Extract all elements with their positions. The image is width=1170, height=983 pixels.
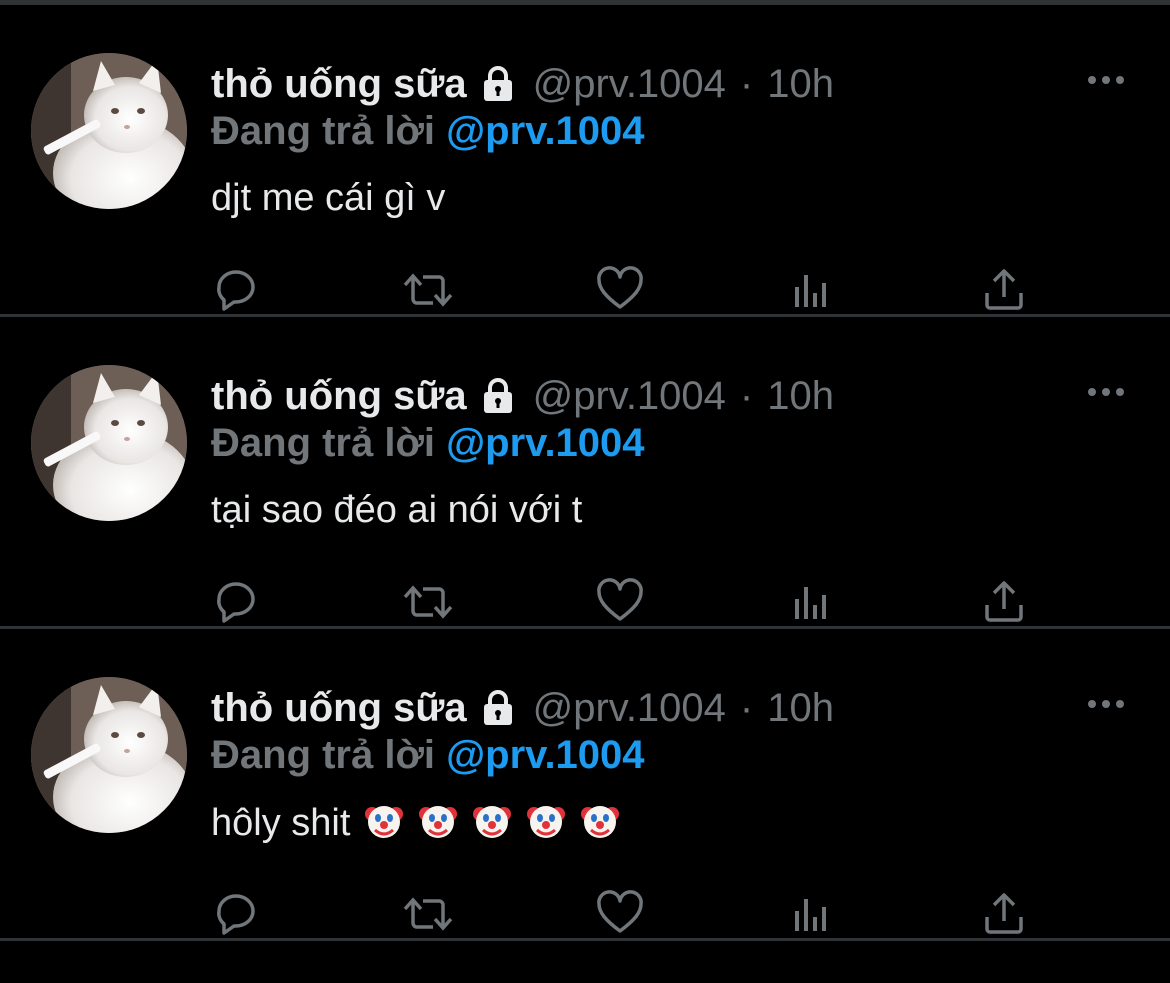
reply-context: Đang trả lời @prv.1004 — [211, 421, 645, 466]
analytics-icon[interactable] — [785, 263, 839, 317]
reply-icon[interactable] — [210, 263, 264, 317]
more-icon[interactable] — [1084, 689, 1128, 719]
avatar[interactable] — [31, 365, 187, 521]
handle[interactable]: @prv.1004 — [533, 374, 726, 419]
timestamp[interactable]: 10h — [767, 62, 834, 107]
clown-face-icon — [365, 806, 404, 838]
tweet-header: thỏ uống sữa @prv.1004 · 10h — [211, 370, 834, 422]
display-name[interactable]: thỏ uống sữa — [211, 374, 467, 419]
tweet-divider — [0, 938, 1170, 941]
tweet-header: thỏ uống sữa @prv.1004 · 10h — [211, 682, 834, 734]
tweet-text-content: hôly shit — [211, 802, 351, 844]
reply-icon[interactable] — [210, 887, 264, 941]
lock-icon — [477, 687, 519, 729]
like-icon[interactable] — [593, 575, 647, 629]
reply-mention[interactable]: @prv.1004 — [446, 109, 644, 153]
reply-mention[interactable]: @prv.1004 — [446, 421, 644, 465]
avatar[interactable] — [31, 677, 187, 833]
tweet-text: tại sao đéo ai nói với t — [211, 489, 582, 532]
retweet-icon[interactable] — [401, 887, 455, 941]
reply-context: Đang trả lời @prv.1004 — [211, 733, 645, 778]
retweet-icon[interactable] — [401, 263, 455, 317]
share-icon[interactable] — [977, 263, 1031, 317]
tweet-header: thỏ uống sữa @prv.1004 · 10h — [211, 58, 834, 110]
more-icon[interactable] — [1084, 377, 1128, 407]
separator-dot: · — [739, 61, 754, 106]
tweet[interactable]: thỏ uống sữa @prv.1004 · 10h Đang trả lờ… — [0, 629, 1170, 941]
separator-dot: · — [739, 685, 754, 730]
display-name[interactable]: thỏ uống sữa — [211, 686, 467, 731]
share-icon[interactable] — [977, 575, 1031, 629]
tweet-text: djt me cái gì v — [211, 177, 445, 220]
emoji-list — [350, 802, 620, 844]
like-icon[interactable] — [593, 887, 647, 941]
clown-face-icon — [473, 806, 512, 838]
lock-icon — [477, 375, 519, 417]
retweet-icon[interactable] — [401, 575, 455, 629]
more-icon[interactable] — [1084, 65, 1128, 95]
tweet-text-content: djt me cái gì v — [211, 177, 446, 219]
reply-prefix: Đang trả lời — [211, 109, 436, 153]
tweet[interactable]: thỏ uống sữa @prv.1004 · 10h Đang trả lờ… — [0, 5, 1170, 317]
analytics-icon[interactable] — [785, 887, 839, 941]
reply-mention[interactable]: @prv.1004 — [446, 733, 644, 777]
analytics-icon[interactable] — [785, 575, 839, 629]
tweet[interactable]: thỏ uống sữa @prv.1004 · 10h Đang trả lờ… — [0, 317, 1170, 629]
share-icon[interactable] — [977, 887, 1031, 941]
clown-face-icon — [581, 806, 620, 838]
avatar[interactable] — [31, 53, 187, 209]
timestamp[interactable]: 10h — [767, 374, 834, 419]
reply-prefix: Đang trả lời — [211, 733, 436, 777]
reply-context: Đang trả lời @prv.1004 — [211, 109, 645, 154]
reply-icon[interactable] — [210, 575, 264, 629]
timestamp[interactable]: 10h — [767, 686, 834, 731]
display-name[interactable]: thỏ uống sữa — [211, 62, 467, 107]
like-icon[interactable] — [593, 263, 647, 317]
tweet-text-content: tại sao đéo ai nói với t — [211, 489, 583, 531]
reply-prefix: Đang trả lời — [211, 421, 436, 465]
clown-face-icon — [419, 806, 458, 838]
clown-face-icon — [527, 806, 566, 838]
handle[interactable]: @prv.1004 — [533, 62, 726, 107]
lock-icon — [477, 63, 519, 105]
separator-dot: · — [739, 373, 754, 418]
handle[interactable]: @prv.1004 — [533, 686, 726, 731]
tweet-text: hôly shit — [211, 801, 620, 845]
